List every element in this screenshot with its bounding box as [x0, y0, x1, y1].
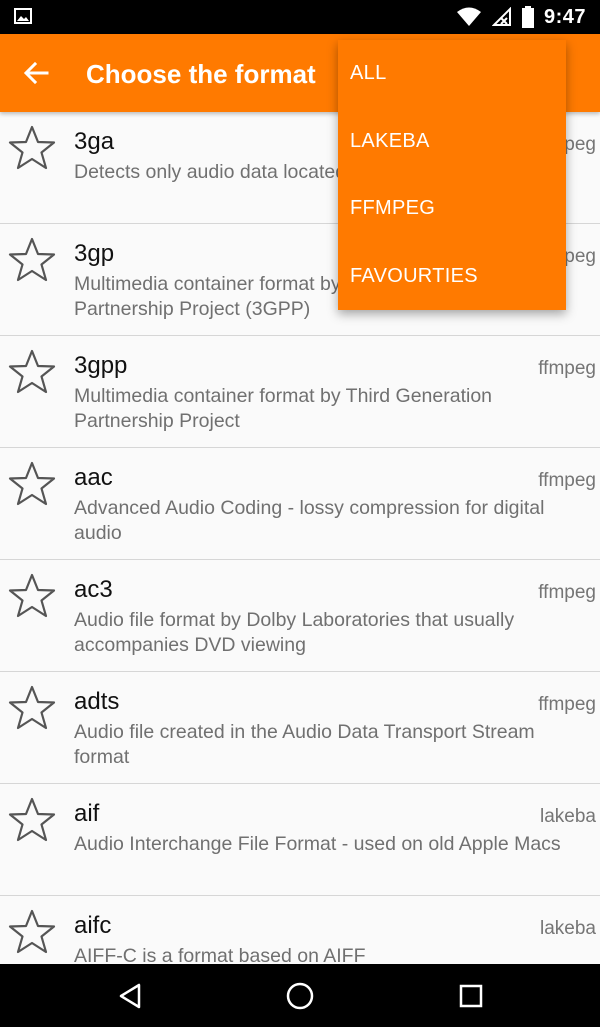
list-item[interactable]: aac ffmpeg Advanced Audio Coding - lossy…	[0, 448, 600, 560]
format-description: Audio Interchange File Format - used on …	[74, 833, 561, 855]
format-description: Audio file created in the Audio Data Tra…	[74, 721, 535, 768]
nav-back-button[interactable]	[110, 976, 150, 1016]
star-icon[interactable]	[8, 572, 56, 620]
format-description: Audio file format by Dolby Laboratories …	[74, 609, 515, 656]
list-item[interactable]: 3gpp ffmpeg Multimedia container format …	[0, 336, 600, 448]
format-name: aifc	[74, 912, 112, 939]
format-source: lakeba	[540, 918, 596, 939]
menu-item-lakeba[interactable]: LAKEBA	[338, 108, 566, 176]
arrow-left-icon	[23, 61, 49, 85]
status-time: 9:47	[543, 5, 586, 28]
format-source: ffmpeg	[538, 582, 596, 603]
filter-dropdown-menu: ALL LAKEBA FFMPEG FAVOURTIES	[338, 40, 566, 310]
menu-item-all[interactable]: ALL	[338, 40, 566, 108]
circle-home-icon	[286, 982, 314, 1010]
menu-item-ffmpeg[interactable]: FFMPEG	[338, 175, 566, 243]
triangle-back-icon	[119, 983, 141, 1009]
image-icon	[14, 8, 32, 24]
status-bar: 9:47	[0, 0, 600, 34]
square-recents-icon	[459, 984, 483, 1008]
star-icon[interactable]	[8, 796, 56, 844]
format-source: ffmpeg	[538, 358, 596, 379]
format-name: 3gp	[74, 240, 115, 267]
wifi-icon	[456, 7, 481, 26]
star-icon[interactable]	[8, 236, 56, 284]
nav-recents-button[interactable]	[451, 976, 491, 1016]
format-description: Advanced Audio Coding - lossy compressio…	[74, 497, 545, 544]
star-icon[interactable]	[8, 908, 56, 956]
format-description: Multimedia container format by Third Gen…	[74, 385, 493, 432]
list-item[interactable]: adts ffmpeg Audio file created in the Au…	[0, 672, 600, 784]
star-icon[interactable]	[8, 684, 56, 732]
star-icon[interactable]	[8, 348, 56, 396]
format-name: aac	[74, 464, 113, 491]
format-source: ffmpeg	[538, 470, 596, 491]
back-button[interactable]	[14, 51, 58, 95]
menu-item-favourites[interactable]: FAVOURTIES	[338, 243, 566, 311]
format-name: ac3	[74, 576, 113, 603]
nav-home-button[interactable]	[280, 976, 320, 1016]
page-title: Choose the format	[86, 59, 316, 89]
list-item[interactable]: ac3 ffmpeg Audio file format by Dolby La…	[0, 560, 600, 672]
no-signal-icon	[491, 7, 511, 26]
format-name: aif	[74, 800, 100, 827]
star-icon[interactable]	[8, 124, 56, 172]
format-description: AIFF-C is a format based on AIFF	[74, 945, 366, 964]
list-item[interactable]: aifc lakeba AIFF-C is a format based on …	[0, 896, 600, 964]
format-name: adts	[74, 688, 120, 715]
list-item[interactable]: aif lakeba Audio Interchange File Format…	[0, 784, 600, 896]
format-source: lakeba	[540, 806, 596, 827]
format-name: 3gpp	[74, 352, 128, 379]
battery-icon	[521, 6, 534, 28]
navigation-bar	[0, 964, 600, 1027]
format-name: 3ga	[74, 128, 115, 155]
format-source: ffmpeg	[538, 694, 596, 715]
star-icon[interactable]	[8, 460, 56, 508]
